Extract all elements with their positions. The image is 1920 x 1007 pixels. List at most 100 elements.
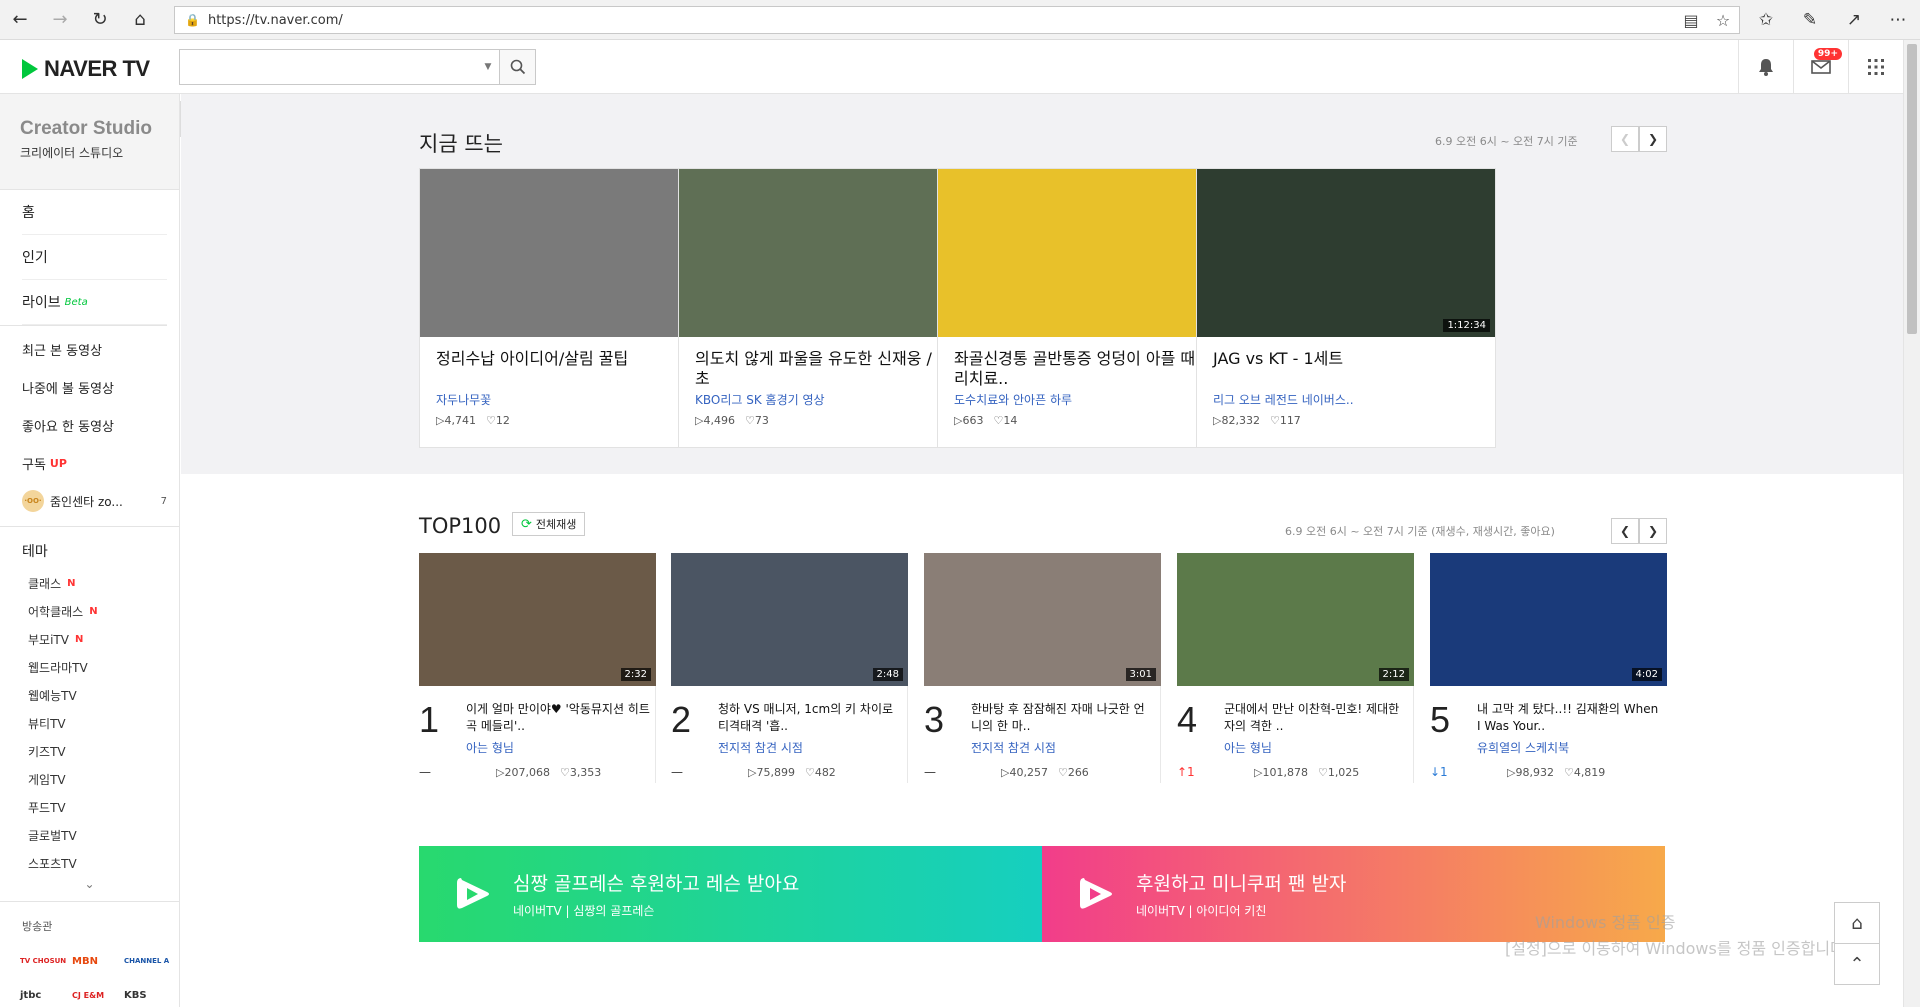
top100-video-card[interactable]: 2:48 2 청하 VS 매니저, 1cm의 키 차이로 티격태격 '흡.. 전…: [671, 553, 908, 783]
video-thumbnail[interactable]: 2:12: [1177, 553, 1414, 686]
theme-item[interactable]: 어학클래스 N: [0, 597, 179, 625]
pen-icon[interactable]: ✎: [1788, 10, 1832, 30]
sidebar-item-popular[interactable]: 인기: [22, 235, 167, 280]
favorite-star-icon[interactable]: ☆: [1707, 11, 1739, 30]
trending-video-card[interactable]: 1:31 의도치 않게 파울을 유도한 신재웅 / 9회초 KBO리그 SK 홈…: [678, 168, 978, 448]
video-thumbnail[interactable]: 1:31: [679, 169, 977, 337]
theme-item-label: 웹예능TV: [28, 688, 77, 703]
rank-number: 5: [1430, 699, 1451, 740]
broadcast-logo-kbs[interactable]: KBS: [124, 978, 176, 1007]
video-channel[interactable]: 전지적 참견 시점: [971, 739, 1056, 756]
sidebar-item-label: 구독: [22, 457, 46, 473]
home-scroll-button[interactable]: ⌂: [1834, 902, 1880, 944]
favorites-list-icon[interactable]: ✩: [1744, 10, 1788, 30]
prev-arrow-icon[interactable]: ❮: [1611, 126, 1639, 152]
video-channel[interactable]: 리그 오브 레전드 네이버스..: [1197, 391, 1495, 408]
theme-item[interactable]: 키즈TV: [0, 737, 179, 765]
home-icon[interactable]: ⌂: [120, 0, 160, 40]
rank-number: 2: [671, 699, 692, 740]
theme-item[interactable]: 스포츠TV: [0, 849, 179, 877]
sidebar-item-home[interactable]: 홈: [22, 190, 167, 235]
address-bar[interactable]: 🔒 https://tv.naver.com/ ▤ ☆: [174, 6, 1740, 34]
sidebar-item-subscriptions[interactable]: 구독 UP: [22, 444, 167, 482]
forward-icon[interactable]: →: [40, 0, 80, 40]
video-title[interactable]: JAG vs KT - 1세트: [1197, 337, 1495, 389]
sidebar-item-recent[interactable]: 최근 본 동영상: [22, 330, 167, 368]
search-button[interactable]: [499, 50, 535, 84]
back-icon[interactable]: ←: [0, 0, 40, 40]
top100-video-card[interactable]: 2:12 4 군대에서 만난 이찬혁-민호! 제대한 자의 격한 .. 아는 형…: [1177, 553, 1414, 783]
mail-button[interactable]: 99+: [1793, 40, 1848, 93]
video-title[interactable]: 청하 VS 매니저, 1cm의 키 차이로 티격태격 '흡..: [718, 701, 902, 735]
share-icon[interactable]: ↗: [1832, 10, 1876, 30]
theme-item[interactable]: 웹드라마TV: [0, 653, 179, 681]
video-title[interactable]: 내 고막 계 탔다..!! 김재환의 When I Was Your..: [1477, 701, 1661, 735]
trending-video-card[interactable]: 3:09 정리수납 아이디어/살림 꿀팁 자두나무꽃 ▷4,741 ♡12: [419, 168, 719, 448]
apps-button[interactable]: [1848, 40, 1903, 93]
creator-studio-link[interactable]: Creator Studio 크리에이터 스튜디오: [0, 94, 179, 190]
new-tag: N: [67, 577, 76, 589]
url-text[interactable]: https://tv.naver.com/: [208, 13, 343, 28]
page-scrollbar[interactable]: [1903, 40, 1920, 1007]
scroll-top-button[interactable]: ⌃: [1834, 943, 1880, 985]
broadcast-logo-tvchosun[interactable]: TV CHOSUN: [20, 944, 72, 978]
video-title[interactable]: 한바탕 후 잠잠해진 자매 나긋한 언니의 한 마..: [971, 701, 1155, 735]
next-arrow-icon[interactable]: ❯: [1639, 126, 1667, 152]
sidebar-item-live[interactable]: 라이브 Beta: [22, 280, 167, 325]
refresh-icon[interactable]: ↻: [80, 0, 120, 40]
broadcast-logo-mbn[interactable]: MBN: [72, 944, 124, 978]
rank-change: —: [671, 765, 683, 779]
play-all-button[interactable]: ⟳ 전체재생: [512, 512, 586, 536]
video-channel[interactable]: 아는 형님: [466, 739, 514, 756]
theme-item[interactable]: 클래스 N: [0, 569, 179, 597]
video-channel[interactable]: 유희열의 스케치북: [1477, 739, 1569, 756]
video-thumbnail[interactable]: 3:01: [924, 553, 1161, 686]
theme-item[interactable]: 글로벌TV: [0, 821, 179, 849]
top100-video-card[interactable]: 4:02 5 내 고막 계 탔다..!! 김재환의 When I Was You…: [1430, 553, 1667, 783]
trending-video-card[interactable]: 1:12:34 JAG vs KT - 1세트 리그 오브 레전드 네이버스..…: [1196, 168, 1496, 448]
video-channel[interactable]: 자두나무꽃: [420, 391, 718, 408]
watermark-line1: Windows 정품 인증: [1535, 913, 1676, 932]
broadcast-logo-jtbc[interactable]: jtbc: [20, 978, 72, 1007]
prev-arrow-icon[interactable]: ❮: [1611, 518, 1639, 544]
video-thumbnail[interactable]: 1:12:34: [1197, 169, 1495, 337]
chevron-down-icon[interactable]: ⌄: [0, 877, 179, 895]
theme-item[interactable]: 뷰티TV: [0, 709, 179, 737]
search-dropdown-icon[interactable]: ▼: [477, 50, 499, 84]
video-title[interactable]: 군대에서 만난 이찬혁-민호! 제대한 자의 격한 ..: [1224, 701, 1408, 735]
trending-video-card[interactable]: 9:34 좌골신경통 골반통증 엉덩이 아플 때! 물리치료.. 도수치료와 안…: [937, 168, 1237, 448]
theme-item-label: 키즈TV: [28, 744, 66, 759]
video-thumbnail[interactable]: 4:02: [1430, 553, 1667, 686]
video-channel[interactable]: 전지적 참견 시점: [718, 739, 803, 756]
subscribed-channel[interactable]: ·OO· 줌인센타 zo... 7: [22, 482, 167, 520]
video-thumbnail[interactable]: 9:34: [938, 169, 1236, 337]
theme-item[interactable]: 게임TV: [0, 765, 179, 793]
video-channel[interactable]: 아는 형님: [1224, 739, 1272, 756]
top100-video-card[interactable]: 3:01 3 한바탕 후 잠잠해진 자매 나긋한 언니의 한 마.. 전지적 참…: [924, 553, 1161, 783]
video-channel[interactable]: KBO리그 SK 홈경기 영상: [679, 391, 977, 408]
video-title[interactable]: 정리수납 아이디어/살림 꿀팁: [420, 337, 718, 389]
theme-item[interactable]: 부모iTV N: [0, 625, 179, 653]
scrollbar-thumb[interactable]: [1907, 44, 1917, 334]
theme-item[interactable]: 푸드TV: [0, 793, 179, 821]
reading-view-icon[interactable]: ▤: [1675, 11, 1707, 30]
video-thumbnail[interactable]: 2:32: [419, 553, 656, 686]
sponsor-banner[interactable]: 심짱 골프레슨 후원하고 레슨 받아요 네이버TV | 심짱의 골프레슨: [419, 846, 1042, 942]
theme-item[interactable]: 웹예능TV: [0, 681, 179, 709]
search-input[interactable]: [180, 50, 477, 84]
next-arrow-icon[interactable]: ❯: [1639, 518, 1667, 544]
naver-tv-logo[interactable]: NAVER TV: [22, 56, 150, 82]
sidebar-item-liked[interactable]: 좋아요 한 동영상: [22, 406, 167, 444]
top100-video-card[interactable]: 2:32 1 이게 얼마 만이야♥ '악동뮤지션 히트곡 메들리'.. 아는 형…: [419, 553, 656, 783]
sidebar-item-watch-later[interactable]: 나중에 볼 동영상: [22, 368, 167, 406]
video-channel[interactable]: 도수치료와 안아픈 하루: [938, 391, 1236, 408]
video-title[interactable]: 의도치 않게 파울을 유도한 신재웅 / 9회초: [679, 337, 977, 389]
notification-button[interactable]: [1738, 40, 1793, 93]
broadcast-logo-cjenm[interactable]: CJ E&M: [72, 978, 124, 1007]
video-thumbnail[interactable]: 3:09: [420, 169, 718, 337]
video-title[interactable]: 좌골신경통 골반통증 엉덩이 아플 때! 물리치료..: [938, 337, 1236, 389]
video-thumbnail[interactable]: 2:48: [671, 553, 908, 686]
video-title[interactable]: 이게 얼마 만이야♥ '악동뮤지션 히트곡 메들리'..: [466, 701, 650, 735]
more-icon[interactable]: ⋯: [1876, 10, 1920, 30]
broadcast-logo-channela[interactable]: CHANNEL A: [124, 944, 176, 978]
